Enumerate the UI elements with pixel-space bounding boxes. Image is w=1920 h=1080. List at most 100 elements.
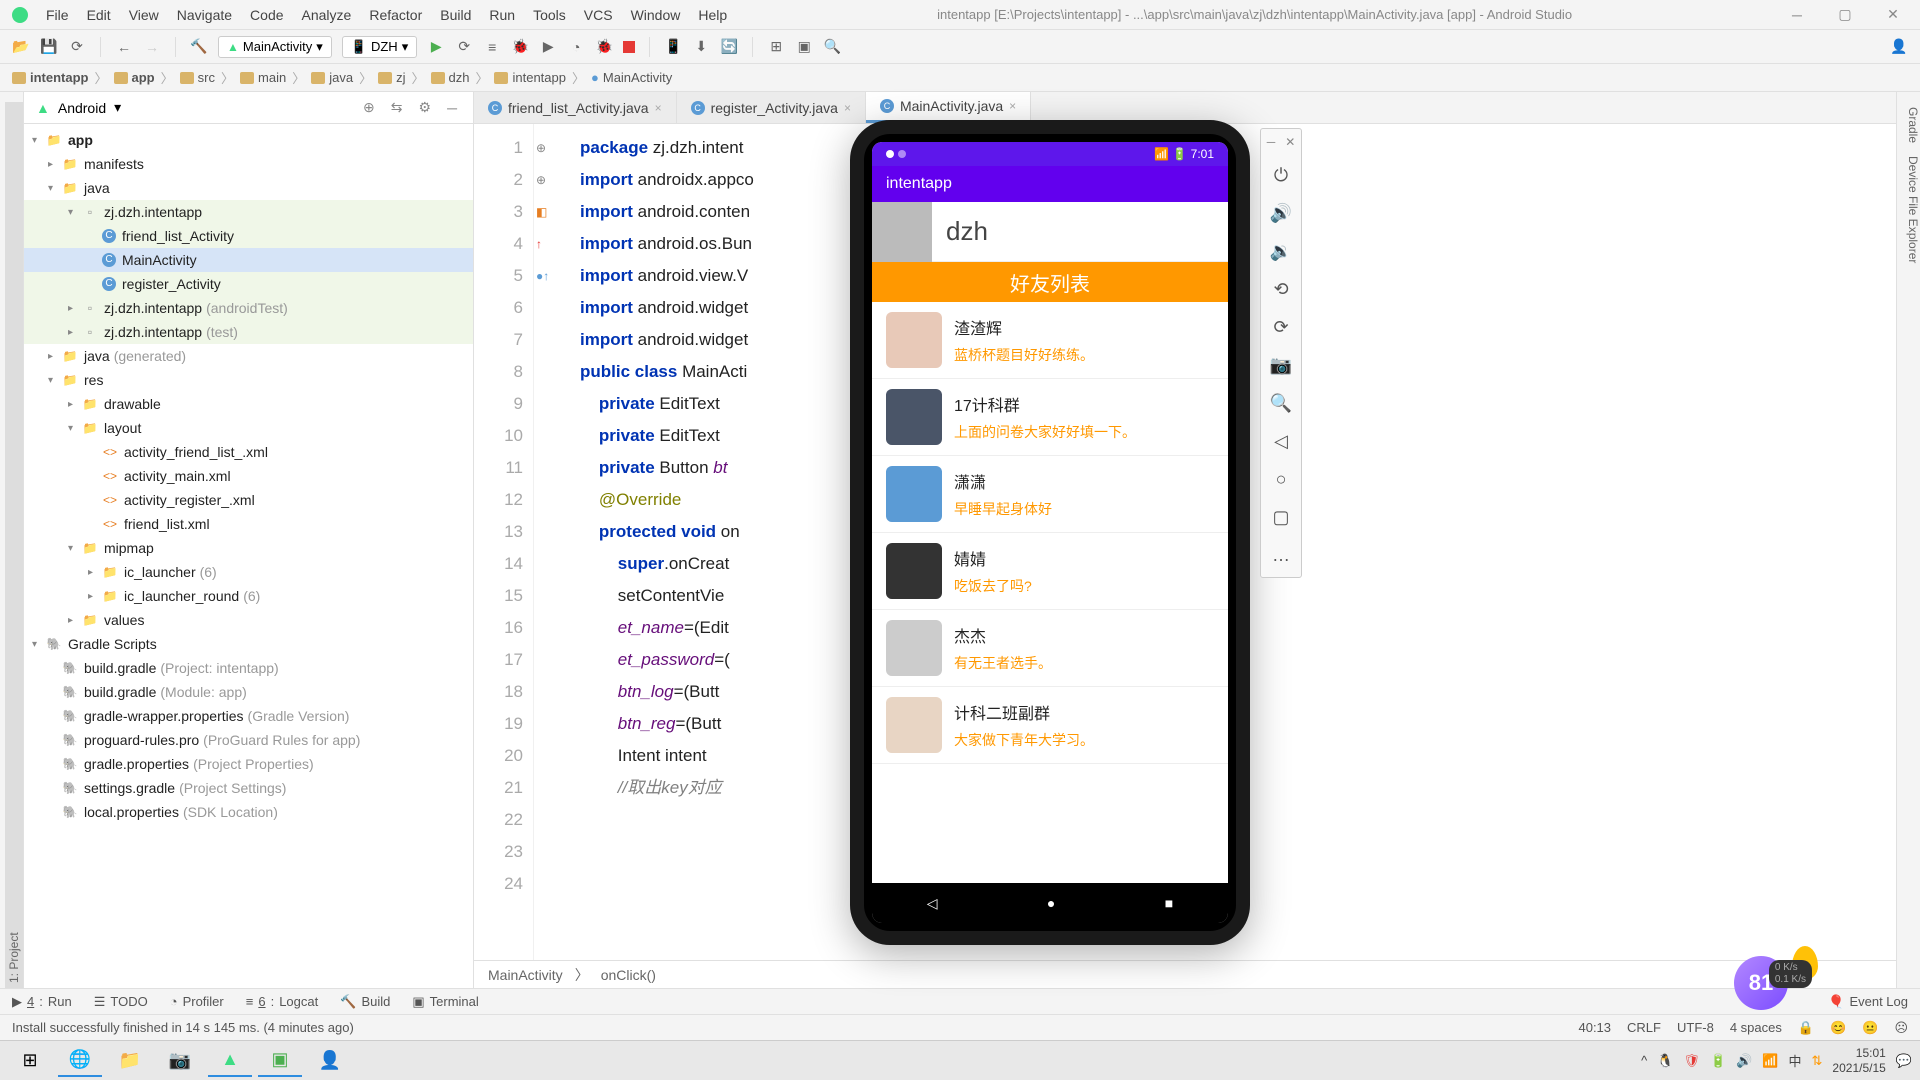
tree-node[interactable]: 🐘build.gradle (Project: intentapp) xyxy=(24,656,473,680)
user-icon[interactable]: 👤 xyxy=(1890,38,1908,56)
tree-node[interactable]: 🐘gradle-wrapper.properties (Gradle Versi… xyxy=(24,704,473,728)
sync-icon[interactable]: ⟳ xyxy=(68,38,86,56)
tool-run[interactable]: ▶4: Run xyxy=(12,994,72,1010)
bc-app[interactable]: app xyxy=(114,70,155,85)
line-ending[interactable]: CRLF xyxy=(1627,1020,1661,1035)
menu-navigate[interactable]: Navigate xyxy=(177,7,232,23)
view-mode-label[interactable]: Android xyxy=(58,100,106,116)
menu-analyze[interactable]: Analyze xyxy=(302,7,352,23)
tree-node[interactable]: 🐘gradle.properties (Project Properties) xyxy=(24,752,473,776)
layout-icon[interactable]: ▣ xyxy=(795,38,813,56)
friend-item[interactable]: 17计科群上面的问卷大家好好填一下。 xyxy=(872,379,1228,456)
bc-mainactivity[interactable]: ●MainActivity xyxy=(591,70,672,85)
save-icon[interactable]: 💾 xyxy=(40,38,58,56)
encoding[interactable]: UTF-8 xyxy=(1677,1020,1714,1035)
tray-chevron-icon[interactable]: ^ xyxy=(1641,1053,1647,1068)
search-icon[interactable]: 🔍 xyxy=(823,38,841,56)
close-button[interactable]: ✕ xyxy=(1878,6,1908,23)
taskbar-camera[interactable]: 📷 xyxy=(158,1045,202,1077)
emu-rotate-right-icon[interactable]: ⟳ xyxy=(1261,309,1301,345)
assistant-badge[interactable]: 81 0 K/s 0.1 K/s xyxy=(1734,956,1812,1018)
tree-node[interactable]: ▸📁drawable xyxy=(24,392,473,416)
hide-icon[interactable]: ─ xyxy=(443,100,461,116)
taskbar-files[interactable]: 📁 xyxy=(108,1045,152,1077)
tool-profiler[interactable]: ◔Profiler xyxy=(170,994,224,1009)
menu-file[interactable]: File xyxy=(46,7,69,23)
tree-node[interactable]: ▾📁mipmap xyxy=(24,536,473,560)
tree-node[interactable]: ▾📁res xyxy=(24,368,473,392)
maximize-button[interactable]: ▢ xyxy=(1830,6,1860,23)
nav-home-icon[interactable]: ● xyxy=(1047,895,1055,911)
reload-icon[interactable]: ≡ xyxy=(483,38,501,56)
taskbar-app5[interactable]: ▣ xyxy=(258,1045,302,1077)
taskbar-android-studio[interactable]: ▲ xyxy=(208,1045,252,1077)
bc-dzh[interactable]: dzh xyxy=(431,70,470,85)
emu-back-icon[interactable]: ◁ xyxy=(1261,423,1301,459)
nav-back-icon[interactable]: ◁ xyxy=(927,895,938,912)
run-icon[interactable]: ▶ xyxy=(427,38,445,56)
emu-overview-icon[interactable]: ▢ xyxy=(1261,499,1301,535)
menu-code[interactable]: Code xyxy=(250,7,283,23)
system-tray[interactable]: ^ 🐧 🛡 🔋 🔊 📶 中 ⇅ 15:01 2021/5/15 💬 xyxy=(1641,1046,1912,1075)
chevron-down-icon[interactable]: ▾ xyxy=(114,99,121,116)
rail-project[interactable]: 1: Project xyxy=(5,102,23,988)
crumb-method[interactable]: onClick() xyxy=(601,967,656,983)
emu-more-icon[interactable]: … xyxy=(1261,537,1301,573)
close-icon[interactable]: × xyxy=(655,101,662,115)
event-log[interactable]: 🎈Event Log xyxy=(1828,994,1908,1010)
tree-node[interactable]: ▸📁ic_launcher_round (6) xyxy=(24,584,473,608)
menu-edit[interactable]: Edit xyxy=(87,7,111,23)
friend-item[interactable]: 潇潇早睡早起身体好 xyxy=(872,456,1228,533)
tray-volume-icon[interactable]: 🔊 xyxy=(1736,1053,1752,1069)
tool-logcat[interactable]: ≡6: Logcat xyxy=(246,994,319,1009)
emu-power-icon[interactable]: ⏻ xyxy=(1261,157,1301,193)
tree-node[interactable]: ▾📁app xyxy=(24,128,473,152)
rail-device-file[interactable]: Device File Explorer xyxy=(1904,151,1920,268)
menu-help[interactable]: Help xyxy=(698,7,727,23)
emu-zoom-icon[interactable]: 🔍 xyxy=(1261,385,1301,421)
lock-icon[interactable]: 🔒 xyxy=(1798,1020,1814,1036)
crumb-class[interactable]: MainActivity xyxy=(488,967,563,983)
tray-shield-icon[interactable]: 🛡 xyxy=(1683,1053,1700,1069)
friends-list[interactable]: 渣渣辉蓝桥杯题目好好练练。17计科群上面的问卷大家好好填一下。潇潇早睡早起身体好… xyxy=(872,302,1228,883)
tree-node[interactable]: ▸▫zj.dzh.intentapp (androidTest) xyxy=(24,296,473,320)
project-tree[interactable]: ▾📁app▸📁manifests▾📁java▾▫zj.dzh.intentapp… xyxy=(24,124,473,988)
tool-todo[interactable]: ☰TODO xyxy=(94,994,148,1010)
emulator-screen[interactable]: 📶 🔋 7:01 intentapp dzh 好友列表 渣渣辉蓝桥杯题目好好练练… xyxy=(872,142,1228,923)
tree-node[interactable]: ▾🐘Gradle Scripts xyxy=(24,632,473,656)
emu-rotate-left-icon[interactable]: ⟲ xyxy=(1261,271,1301,307)
tree-node[interactable]: <>activity_main.xml xyxy=(24,464,473,488)
apply-changes-icon[interactable]: ⟳ xyxy=(455,38,473,56)
run-config-combo[interactable]: ▲ MainActivity ▾ xyxy=(218,36,332,58)
tree-node[interactable]: 🐘build.gradle (Module: app) xyxy=(24,680,473,704)
structure-icon[interactable]: ⊞ xyxy=(767,38,785,56)
tree-node[interactable]: ▸📁values xyxy=(24,608,473,632)
close-icon[interactable]: × xyxy=(1009,99,1016,113)
open-icon[interactable]: 📂 xyxy=(12,38,30,56)
tree-node[interactable]: ▸📁java (generated) xyxy=(24,344,473,368)
tree-node[interactable]: ▸▫zj.dzh.intentapp (test) xyxy=(24,320,473,344)
start-button[interactable]: ⊞ xyxy=(8,1045,52,1077)
tree-node[interactable]: 🐘local.properties (SDK Location) xyxy=(24,800,473,824)
tree-node[interactable]: ▾📁layout xyxy=(24,416,473,440)
bc-src[interactable]: src xyxy=(180,70,215,85)
tree-node[interactable]: CMainActivity xyxy=(24,248,473,272)
target-icon[interactable]: ⊕ xyxy=(359,99,379,116)
menu-vcs[interactable]: VCS xyxy=(584,7,613,23)
emu-close-icon[interactable]: ✕ xyxy=(1285,135,1295,149)
bc-intentapp2[interactable]: intentapp xyxy=(494,70,566,85)
close-icon[interactable]: × xyxy=(844,101,851,115)
menu-build[interactable]: Build xyxy=(440,7,471,23)
editor-tab[interactable]: Cfriend_list_Activity.java× xyxy=(474,92,677,123)
tray-app1-icon[interactable]: 🐧 xyxy=(1657,1053,1673,1069)
gear-icon[interactable]: ⚙ xyxy=(415,99,436,116)
friend-item[interactable]: 杰杰有无王者选手。 xyxy=(872,610,1228,687)
expand-icon[interactable]: ⇆ xyxy=(387,99,407,116)
friend-item[interactable]: 渣渣辉蓝桥杯题目好好练练。 xyxy=(872,302,1228,379)
tree-node[interactable]: ▾▫zj.dzh.intentapp xyxy=(24,200,473,224)
debug-icon[interactable]: 🐞 xyxy=(511,38,529,56)
tree-node[interactable]: Cregister_Activity xyxy=(24,272,473,296)
device-combo[interactable]: 📱 DZH ▾ xyxy=(342,36,417,58)
tray-ime-icon[interactable]: 中 xyxy=(1789,1051,1802,1070)
indent[interactable]: 4 spaces xyxy=(1730,1020,1782,1035)
